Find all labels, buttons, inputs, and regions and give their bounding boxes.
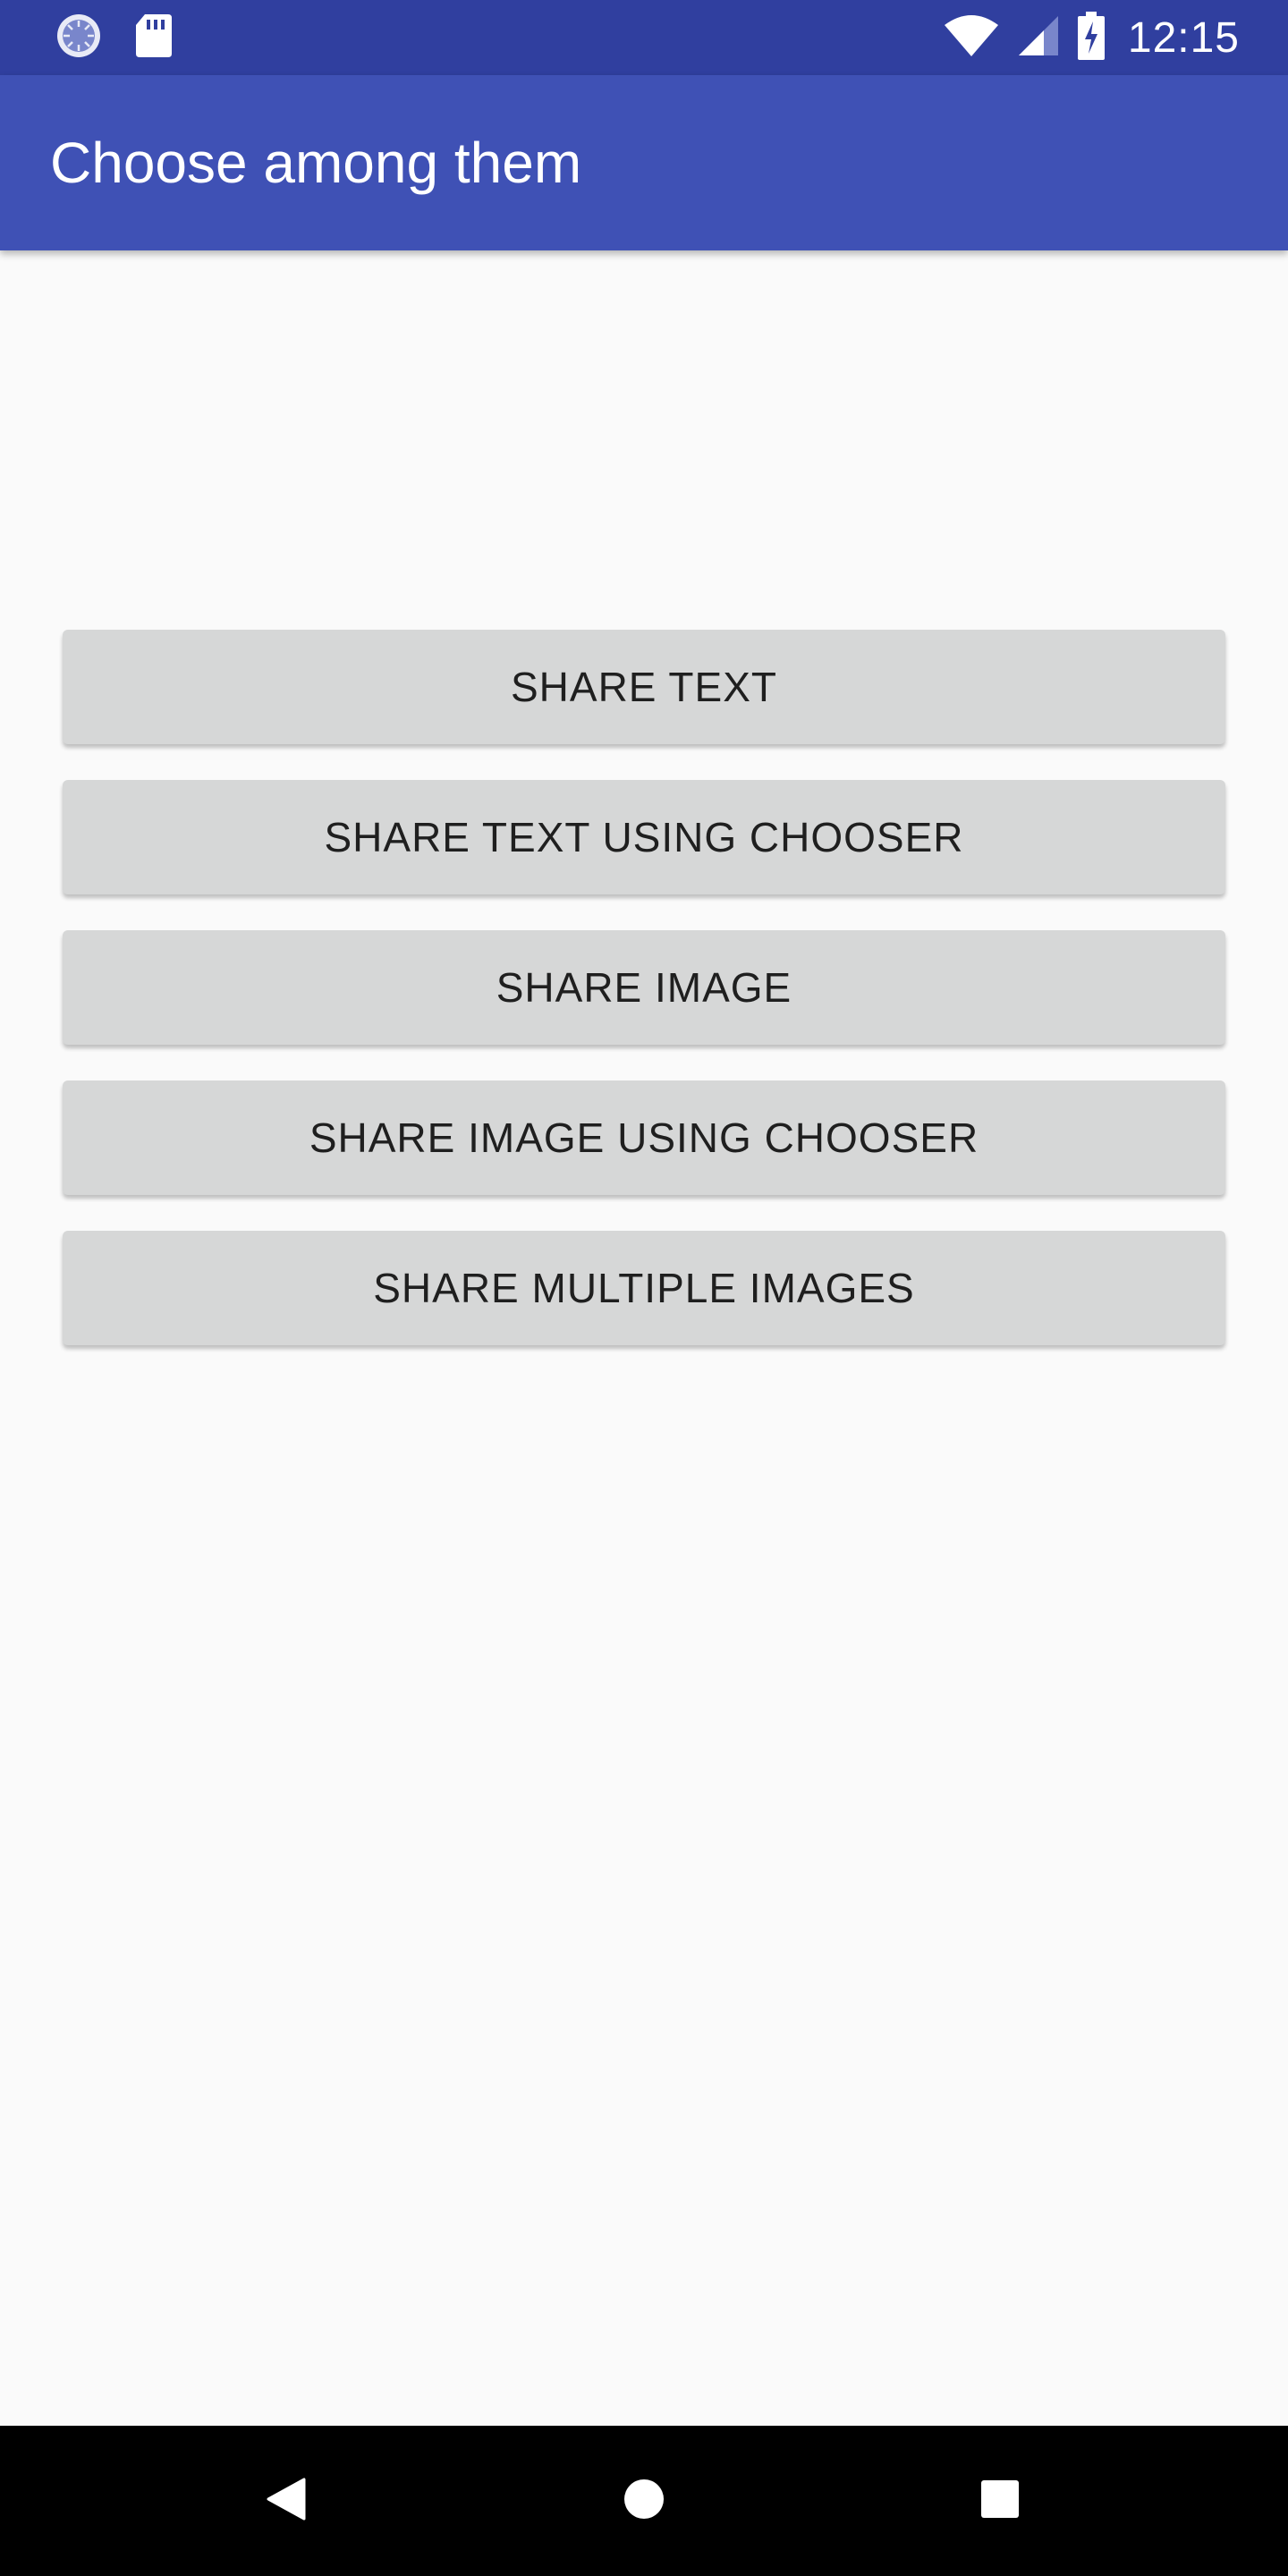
page-title: Choose among them [50,131,582,195]
share-text-chooser-button[interactable]: SHARE TEXT USING CHOOSER [63,780,1225,894]
back-icon [267,2478,306,2525]
home-button[interactable] [572,2426,716,2576]
app-bar: Choose among them [0,75,1288,250]
recents-button[interactable] [928,2426,1072,2576]
battery-charging-icon [1077,11,1105,64]
share-image-chooser-button[interactable]: SHARE IMAGE USING CHOOSER [63,1080,1225,1195]
share-multiple-images-button[interactable]: SHARE MULTIPLE IMAGES [63,1231,1225,1345]
share-button-list: SHARE TEXT SHARE TEXT USING CHOOSER SHAR… [63,630,1225,1381]
status-bar: 12:15 [0,0,1288,75]
cell-signal-icon [1017,14,1060,62]
main-content: SHARE TEXT SHARE TEXT USING CHOOSER SHAR… [0,250,1288,2426]
home-icon [623,2478,665,2525]
status-right-icons: 12:15 [944,11,1240,64]
back-button[interactable] [215,2426,358,2576]
share-text-button[interactable]: SHARE TEXT [63,630,1225,744]
clock: 12:15 [1127,13,1240,62]
wifi-icon [944,14,999,62]
sd-card-icon [134,13,174,64]
navigation-bar [0,2426,1288,2576]
sync-icon [55,13,102,64]
share-image-button[interactable]: SHARE IMAGE [63,930,1225,1045]
status-left-icons [55,13,174,64]
recents-icon [980,2479,1020,2523]
